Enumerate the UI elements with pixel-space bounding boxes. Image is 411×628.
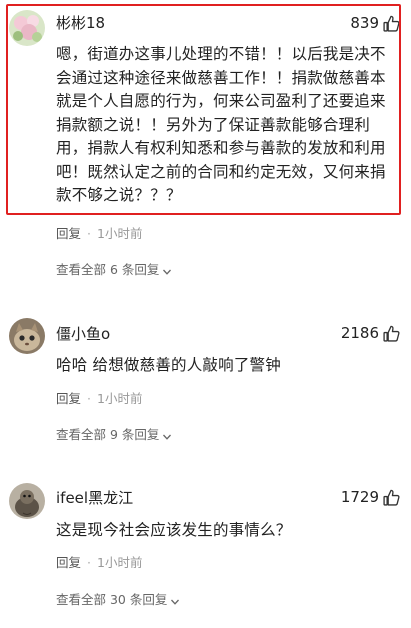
comment-meta: 回复 · 1小时前 [56, 555, 143, 570]
view-replies-label: 查看全部 6 条回复 [56, 262, 160, 277]
like-button[interactable]: 839 [350, 12, 401, 34]
timestamp: 1小时前 [97, 555, 143, 570]
timestamp: 1小时前 [97, 226, 143, 241]
comment-text: 这是现今社会应该发生的事情么？ [56, 521, 292, 539]
reply-button[interactable]: 回复 [56, 555, 81, 570]
thumbs-up-icon[interactable] [382, 488, 401, 507]
chevron-down-icon [162, 430, 172, 440]
view-replies-link[interactable]: 查看全部 30 条回复 [56, 592, 180, 608]
like-button[interactable]: 2186 [341, 322, 401, 344]
comment-meta: 回复 · 1小时前 [56, 226, 143, 241]
like-count: 839 [350, 14, 379, 32]
like-count: 2186 [340, 324, 379, 342]
like-count: 1729 [340, 488, 379, 506]
view-replies-link[interactable]: 查看全部 9 条回复 [56, 427, 172, 443]
comment-meta: 回复 · 1小时前 [56, 391, 143, 406]
comment-text: 嗯，街道办这事儿处理的不错！！以后我是决不会通过这种途径来做慈善工作！！捐款做慈… [56, 45, 386, 204]
chevron-down-icon [162, 265, 172, 275]
reply-button[interactable]: 回复 [56, 391, 81, 406]
chevron-down-icon [170, 595, 180, 605]
avatar[interactable] [9, 483, 45, 519]
reply-button[interactable]: 回复 [56, 226, 81, 241]
view-replies-label: 查看全部 30 条回复 [56, 592, 168, 607]
thumbs-up-icon[interactable] [382, 324, 401, 343]
username[interactable]: ifeel黑龙江 [56, 488, 133, 508]
avatar[interactable] [9, 318, 45, 354]
username[interactable]: 彬彬18 [56, 13, 105, 33]
username[interactable]: 僵小鱼o [56, 324, 110, 344]
comment-text: 哈哈 给想做慈善的人敲响了警钟 [56, 356, 281, 374]
view-replies-label: 查看全部 9 条回复 [56, 427, 160, 442]
thumbs-up-icon[interactable] [382, 14, 401, 33]
avatar[interactable] [9, 10, 45, 46]
like-button[interactable]: 1729 [341, 486, 401, 508]
view-replies-link[interactable]: 查看全部 6 条回复 [56, 262, 172, 278]
timestamp: 1小时前 [97, 391, 143, 406]
